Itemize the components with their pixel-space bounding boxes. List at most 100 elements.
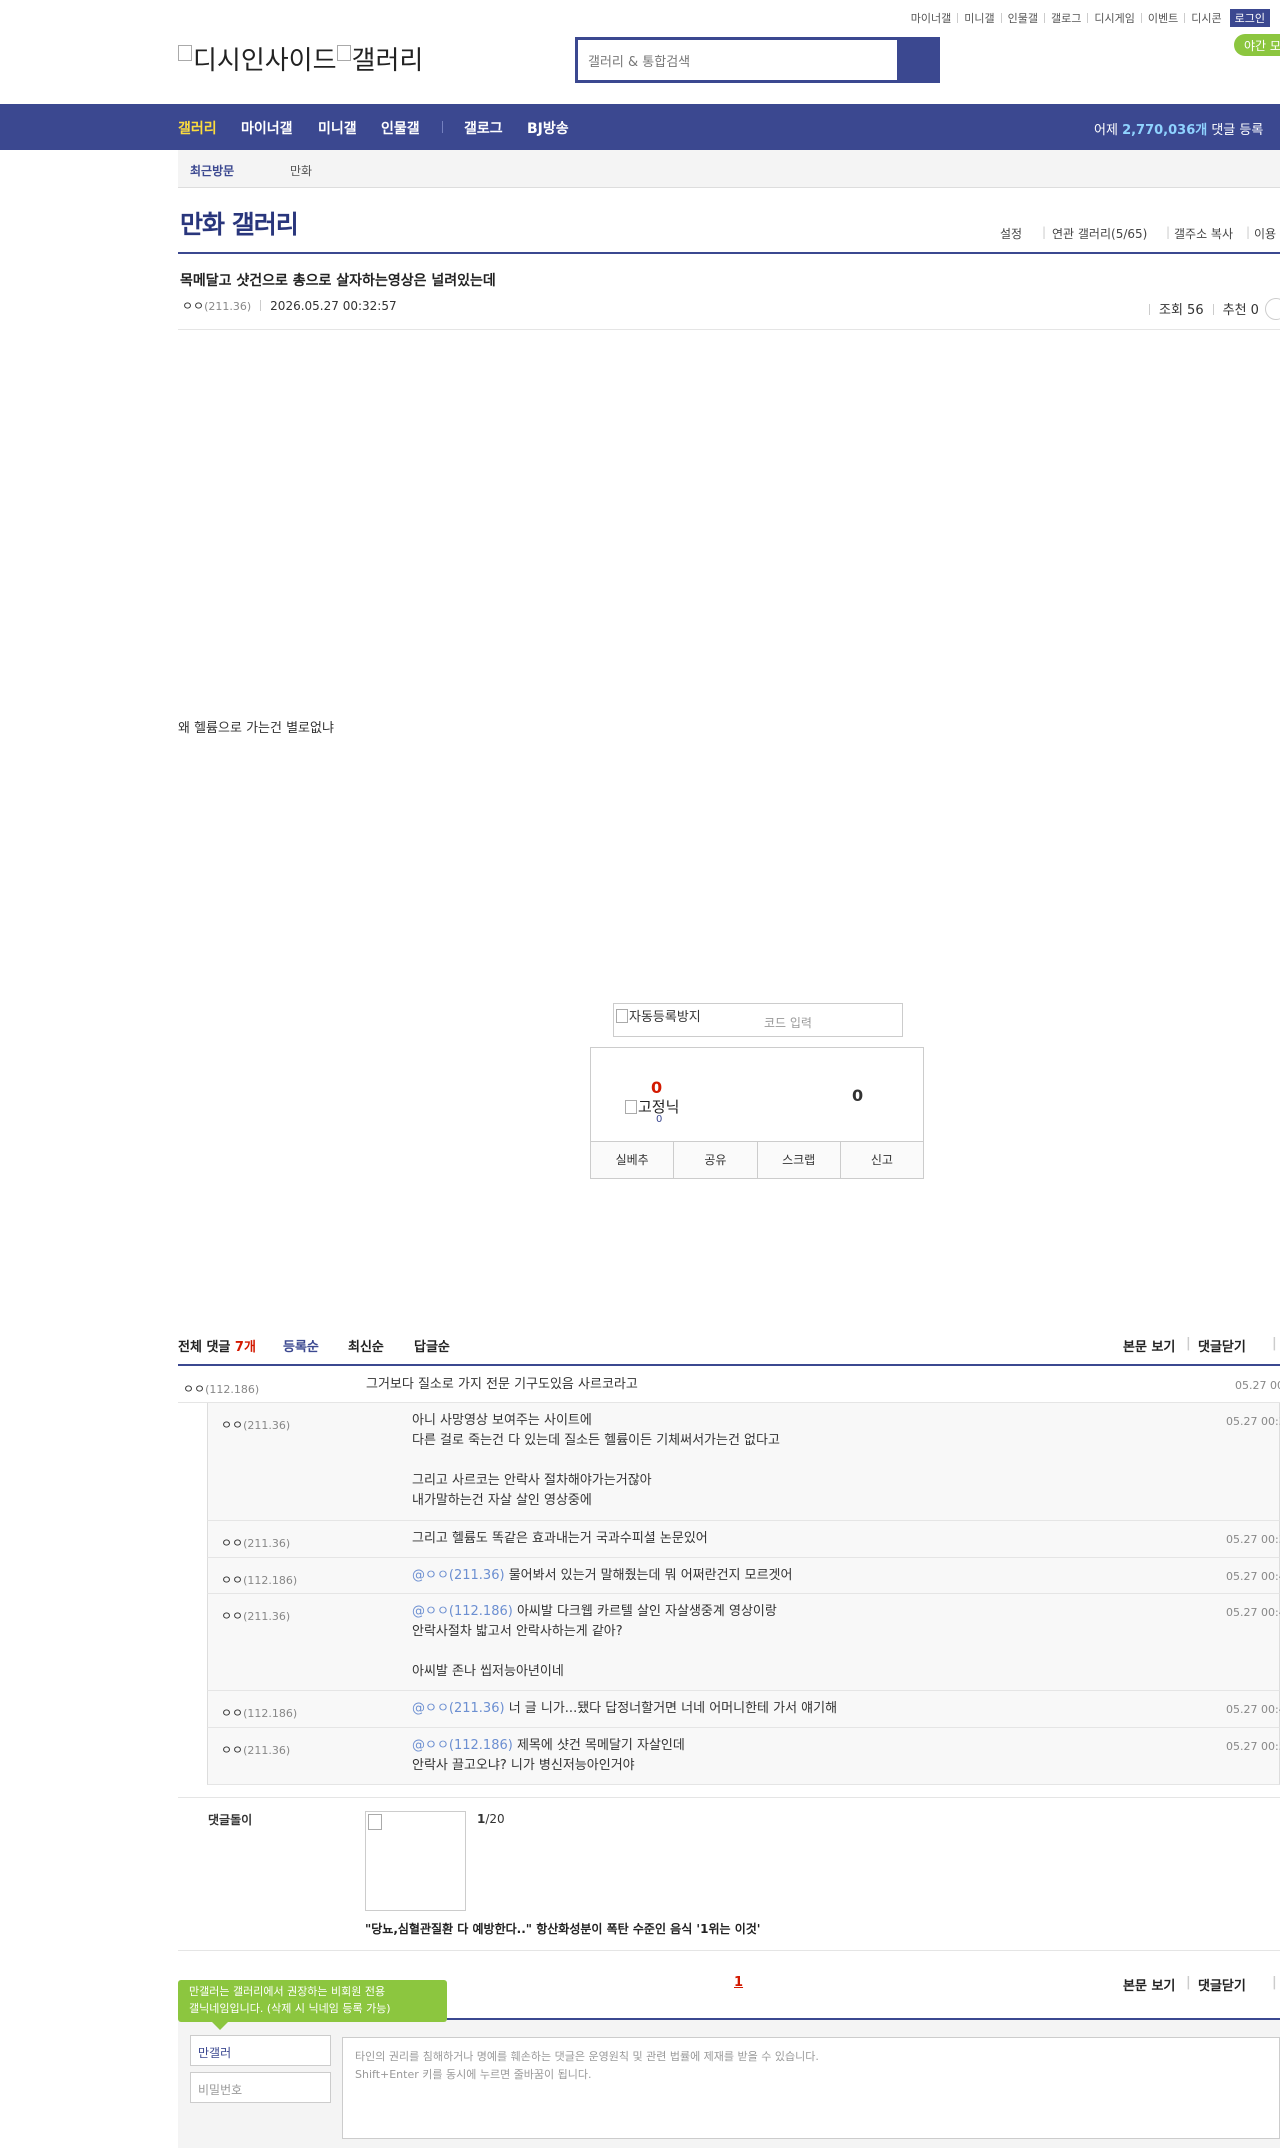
fixed-nick-recommend: 고정닉	[625, 1096, 679, 1117]
nav-divider	[442, 121, 443, 133]
broken-image-icon	[178, 44, 192, 61]
post-title: 목메달고 샷건으로 총으로 살자하는영상은 널려있는데	[180, 273, 496, 289]
post-datetime: 2026.05.27 00:32:57	[270, 299, 397, 313]
usage-link[interactable]: 이용	[1254, 225, 1276, 242]
nav-mini-gall[interactable]: 미니갤	[318, 118, 357, 138]
post-meta: ㅇㅇ(211.36) 2026.05.27 00:32:57	[182, 297, 397, 314]
comment-header-divider	[178, 1364, 1280, 1366]
nav-person-gall[interactable]: 인물갤	[381, 118, 420, 138]
comment-bot-paging: 1/20	[477, 1812, 505, 1826]
sort-replies[interactable]: 답글순	[414, 1336, 450, 1355]
util-mini-gall[interactable]: 미니갤	[964, 10, 994, 26]
report-button[interactable]: 신고	[840, 1142, 923, 1178]
util-minor-gall[interactable]: 마이너갤	[911, 10, 951, 26]
post-views: 조회 56	[1159, 303, 1204, 318]
comment-date: 05.27 00:5	[1226, 1740, 1280, 1753]
comment-mention[interactable]: @ㅇㅇ(112.186)	[412, 1738, 513, 1753]
captcha-input[interactable]: 코드 입력	[764, 1014, 812, 1031]
search-input[interactable]: 갤러리 & 통합검색	[588, 51, 690, 70]
comment-text: 그리고 헬륨도 똑같은 효과내는거 국과수피셜 논문있어	[412, 1531, 708, 1546]
comment-text: 아니 사망영상 보여주는 사이트에 다른 걸로 죽는건 다 있는데 질소든 헬륨이…	[412, 1413, 780, 1508]
recent-item[interactable]: 만화	[290, 162, 312, 179]
comment-author[interactable]: ㅇㅇ(112.186)	[221, 1704, 297, 1721]
view-body-button[interactable]: 본문 보기	[1123, 1336, 1175, 1355]
nav-minor-gall[interactable]: 마이너갤	[241, 118, 293, 138]
comment-author[interactable]: ㅇㅇ(112.186)	[183, 1380, 259, 1397]
comment-author[interactable]: ㅇㅇ(211.36)	[221, 1607, 290, 1624]
nav-bj[interactable]: BJ방송	[527, 118, 569, 138]
reply-item: ㅇㅇ(211.36) 그리고 헬륨도 똑같은 효과내는거 국과수피셜 논문있어 05…	[207, 1521, 1280, 1558]
night-mode-toggle[interactable]: 야간 모	[1234, 34, 1280, 56]
util-dccon[interactable]: 디시콘	[1191, 10, 1221, 26]
comment-author[interactable]: ㅇㅇ(211.36)	[221, 1416, 290, 1433]
close-comments-button-bottom[interactable]: 댓글닫기	[1198, 1975, 1246, 1994]
title-divider	[178, 252, 1280, 254]
comment-date: 05.27 00:4	[1226, 1606, 1280, 1619]
comment-total: 전체 댓글 7개	[178, 1340, 256, 1355]
util-gallog[interactable]: 갤로그	[1051, 10, 1081, 26]
search-button[interactable]	[897, 40, 937, 80]
comment-text: 그거보다 질소로 가지 전문 기구도있음 사르코라고	[366, 1377, 638, 1392]
post-author[interactable]: ㅇㅇ	[182, 299, 204, 313]
comment-bot-divider	[178, 1797, 1280, 1798]
comment-text: @ㅇㅇ(112.186) 아씨발 다크웹 카르텔 살인 자살생중계 영상이랑 안락…	[412, 1604, 777, 1679]
sort-registered[interactable]: 등록순	[283, 1336, 319, 1355]
post-recommends: 추천 0	[1222, 303, 1259, 318]
comment-bot-title[interactable]: "당뇨,심혈관질환 다 예방한다.." 항산화성분이 폭탄 수준인 음식 '1위…	[365, 1920, 760, 1937]
silbe-recommend-button[interactable]: 실베추	[591, 1142, 675, 1178]
post-author-ip: (211.36)	[204, 300, 252, 313]
related-gallery-link[interactable]: 연관 갤러리(5/65)	[1052, 225, 1147, 242]
view-body-button-bottom[interactable]: 본문 보기	[1123, 1975, 1175, 1994]
recommend-box: 0 고정닉 0 0 실베추 공유 스크랩 신고	[590, 1047, 924, 1179]
sort-latest[interactable]: 최신순	[348, 1336, 384, 1355]
meta-divider	[178, 329, 1280, 330]
nav-gallery[interactable]: 갤러리	[178, 118, 217, 138]
reply-item: ㅇㅇ(211.36) 아니 사망영상 보여주는 사이트에 다른 걸로 죽는건 다 있…	[207, 1403, 1280, 1521]
fixed-nick-count: 0	[656, 1114, 663, 1125]
captcha-box: 자동등록방지 코드 입력	[613, 1003, 903, 1037]
comment-jump-icon[interactable]	[1264, 298, 1280, 320]
comment-bot-image[interactable]	[365, 1811, 466, 1911]
reply-item: ㅇㅇ(112.186) @ㅇㅇ(211.36) 물어봐서 있는거 말해줬는데 뭐 …	[207, 1558, 1280, 1594]
gallery-title[interactable]: 만화 갤러리	[180, 205, 299, 241]
broken-image-icon	[625, 1099, 637, 1114]
comment-author[interactable]: ㅇㅇ(211.36)	[221, 1741, 290, 1758]
recommend-down-count[interactable]: 0	[852, 1086, 863, 1105]
password-field[interactable]: 비밀번호	[190, 2072, 331, 2103]
comment-author[interactable]: ㅇㅇ(211.36)	[221, 1534, 290, 1551]
util-menu: 마이너갤 미니갤 인물갤 갤로그 디시게임 이벤트 디시콘 로그인	[911, 9, 1270, 27]
close-comments-button[interactable]: 댓글닫기	[1198, 1336, 1246, 1355]
comment-mention[interactable]: @ㅇㅇ(211.36)	[412, 1568, 505, 1583]
scrap-button[interactable]: 스크랩	[757, 1142, 841, 1178]
recommend-up-count[interactable]: 0	[651, 1078, 662, 1097]
util-person-gall[interactable]: 인물갤	[1008, 10, 1038, 26]
nickname-field[interactable]: 만갤러	[190, 2035, 331, 2066]
comment-text: @ㅇㅇ(112.186) 제목에 샷건 목메달기 자살인데 안락사 끌고오냐? 니…	[412, 1738, 685, 1773]
comment-textarea[interactable]: 타인의 권리를 침해하거나 명예를 훼손하는 댓글은 운영원칙 및 관련 법률에…	[342, 2037, 1280, 2139]
main-nav: 갤러리 마이너갤 미니갤 인물갤 갤로그 BJ방송 어제 2,770,036개 …	[0, 104, 1280, 150]
broken-image-icon	[336, 44, 351, 61]
site-logo[interactable]: 디시인사이드 갤러리	[178, 40, 423, 77]
nav-comment-stats: 어제 2,770,036개 댓글 등록	[1094, 123, 1264, 138]
comment-author[interactable]: ㅇㅇ(112.186)	[221, 1571, 297, 1588]
login-button[interactable]: 로그인	[1229, 9, 1270, 27]
bot-bottom-divider	[178, 1950, 1280, 1951]
comment-mention[interactable]: @ㅇㅇ(112.186)	[412, 1604, 513, 1619]
share-button[interactable]: 공유	[674, 1142, 758, 1178]
comment-date: 05.27 00:3	[1226, 1533, 1280, 1546]
util-event[interactable]: 이벤트	[1148, 10, 1178, 26]
nav-gallog[interactable]: 갤로그	[464, 118, 503, 138]
util-dcgame[interactable]: 디시게임	[1094, 10, 1134, 26]
comment-item: ㅇㅇ(112.186) 그거보다 질소로 가지 전문 기구도있음 사르코라고 05.…	[178, 1367, 1280, 1403]
recent-label: 최근방문	[190, 164, 235, 178]
comment-date: 05.27 00:4	[1226, 1570, 1280, 1583]
post-stats: 조회 56 추천 0	[1140, 298, 1280, 320]
comment-mention[interactable]: @ㅇㅇ(211.36)	[412, 1701, 505, 1716]
broken-image-icon	[616, 1008, 628, 1023]
gallery-settings-link[interactable]: 설정	[1000, 225, 1022, 242]
copy-gallery-address-link[interactable]: 갤주소 복사	[1174, 225, 1233, 242]
comment-text: @ㅇㅇ(211.36) 물어봐서 있는거 말해줬는데 뭐 어쩌란건지 모르겟어	[412, 1568, 793, 1583]
reply-item: ㅇㅇ(211.36) @ㅇㅇ(112.186) 아씨발 다크웹 카르텔 살인 자살…	[207, 1594, 1280, 1691]
reply-item: ㅇㅇ(112.186) @ㅇㅇ(211.36) 너 글 니가...됐다 답정너할거…	[207, 1691, 1280, 1728]
comment-page-1[interactable]: 1	[734, 1975, 743, 1990]
